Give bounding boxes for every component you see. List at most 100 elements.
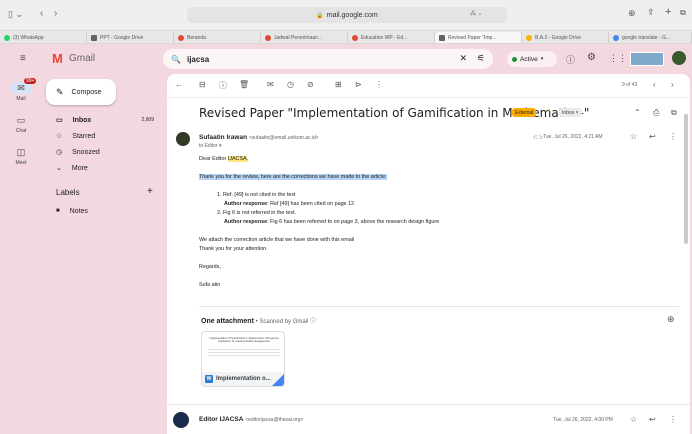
reply-icon[interactable]: ↩ [649,415,656,424]
sidebar-item-notes[interactable]: ■ Notes [42,205,160,217]
word-doc-icon: W [205,375,213,383]
add-label-icon[interactable]: + [147,186,153,197]
back-arrow-icon[interactable]: ← [175,80,183,89]
lock-icon: 🔒 [316,12,324,19]
important-marker-icon[interactable]: » [547,108,550,114]
active-dot-icon [512,56,517,62]
delete-icon[interactable]: 🗑 [239,80,249,89]
forward-icon[interactable]: › [54,8,57,19]
search-options-icon[interactable]: ⚟ [477,53,485,64]
app-rail: ✉ 99+ Mail ▭ Chat ◫ Meet [0,74,42,434]
sidebar-toggle-icon[interactable]: ▯ ⌄ [8,9,23,20]
add-to-drive-icon[interactable]: ⊕ [667,314,675,325]
next-sender-avatar[interactable] [173,412,189,428]
compose-button[interactable]: ✎ Compose [46,79,116,105]
account-avatar[interactable] [672,51,686,65]
next-sender-name: Editor IJACSA [199,416,244,423]
reader-icon[interactable]: ⁂ ⌄ [470,10,483,17]
print-icon[interactable]: ⎙ [653,108,659,118]
add-task-icon[interactable]: ⊘ [307,80,314,89]
tab-ba2-drive[interactable]: B.A.2 - Google Drive [522,32,609,43]
highlighted-term: IJACSA [227,156,247,162]
inbox-label-badge[interactable]: Inbox × [559,108,582,117]
back-icon[interactable]: ‹ [40,8,43,19]
next-message-row[interactable]: Editor IJACSA <editorijacsa@thesai.org> … [167,404,690,434]
attachment-card[interactable]: Implementation Of Gamification in Mathem… [201,331,285,387]
chevron-down-icon: ▾ [540,56,544,62]
sender-email: <sufaatin@email.unikom.ac.id> [248,135,319,141]
status-button[interactable]: Active ▾ [507,51,557,67]
more-vert-icon[interactable]: ⋮ [669,415,677,424]
download-icon[interactable]: ⊕ [628,8,636,19]
address-bar[interactable]: 🔒 mail.google.com [187,7,507,23]
tab-beranda[interactable]: Beranda [174,32,261,43]
next-message-date: Tue, Jul 26, 2022, 4:00 PM [553,417,613,423]
tab-google-translate[interactable]: google translate - G... [609,32,692,43]
tab-whatsapp[interactable]: (3) WhatsApp [0,32,87,43]
open-new-window-icon[interactable]: ⧉ [671,108,677,118]
rail-chat-label: Chat [15,128,27,134]
settings-icon[interactable]: ⚙ [587,52,596,63]
share-icon[interactable]: ⇪ [647,7,655,18]
tab-jadwal[interactable]: Jadwal Penerimaan... [261,32,348,43]
snooze-icon[interactable]: ◷ [287,80,294,89]
main-menu-icon[interactable]: ≡ [20,53,26,64]
report-spam-icon[interactable]: ⓘ [219,80,227,91]
newer-icon[interactable]: ‹ [653,80,656,89]
more-vert-icon[interactable]: ⋮ [669,132,677,141]
attachment-filename: Implementation o... [216,376,271,382]
browser-toolbar: ▯ ⌄ ‹ › ◐ 🔒 mail.google.com ⁂ ⌄ ⊕ ⇪ + ⧉ [0,0,692,31]
tab-ppt-drive[interactable]: PPT - Google Drive [87,32,174,43]
move-to-icon[interactable]: ⊞ [335,80,342,89]
labels-heading: Labels [56,188,80,197]
tab-education[interactable]: Education WP - Ed... [348,32,435,43]
archive-icon[interactable]: ⊟ [199,80,206,89]
recipient-toggle[interactable]: to Editor ▾ [199,143,222,149]
meet-icon: ◫ [16,147,26,157]
tab-overview-icon[interactable]: ⧉ [680,8,686,18]
message-pane: ← ⊟ ⓘ 🗑 ✉ ◷ ⊘ ⊞ ⊳ ⋮ 9 of 43 ‹ › Revised … [167,74,690,434]
external-badge[interactable]: External [512,108,537,117]
gmail-logo-icon[interactable]: M [52,51,63,66]
mark-unread-icon[interactable]: ✉ [267,80,274,89]
older-icon[interactable]: › [671,80,674,89]
rail-meet[interactable]: ◫ Meet [4,146,38,166]
site-icon [178,34,184,41]
label-icon[interactable]: ⊳ [355,80,362,89]
workspace-logo[interactable] [630,52,664,66]
chat-icon: ▭ [16,115,26,125]
search-bar[interactable]: 🔍 ijacsa ✕ ⚟ [163,49,493,69]
author-response-1: Author response: Ref [49] has been cited… [224,201,355,207]
scrollbar[interactable] [684,114,688,244]
sidebar-item-more[interactable]: ⌄ More [42,162,160,174]
sidebar-item-snoozed[interactable]: ◷ Snoozed [42,146,160,158]
rail-mail[interactable]: ✉ 99+ Mail [4,78,38,102]
mail-badge: 99+ [24,78,37,84]
expand-all-icon[interactable]: ⌃ [634,108,641,117]
apps-grid-icon[interactable]: ⋮⋮ [609,53,627,64]
drive-icon [526,34,532,41]
message-toolbar: ← ⊟ ⓘ 🗑 ✉ ◷ ⊘ ⊞ ⊳ ⋮ 9 of 43 ‹ › [167,74,690,98]
sidebar-item-label: Notes [69,207,88,215]
search-icon[interactable]: 🔍 [171,55,181,64]
tab-revised-paper[interactable]: Revised Paper "Imp... [435,32,522,43]
sender-avatar[interactable] [176,132,190,146]
email-greeting: Dear Editor IJACSA, [199,156,249,162]
rail-chat[interactable]: ▭ Chat [4,114,38,134]
help-icon[interactable]: ⓘ [566,53,575,66]
more-vert-icon[interactable]: ⋮ [375,80,383,89]
search-input[interactable]: ijacsa [187,55,209,64]
new-tab-icon[interactable]: + [665,6,671,18]
email-date: Tue, Jul 26, 2022, 4:21 AM [543,134,603,140]
star-icon[interactable]: ☆ [630,132,637,141]
clear-search-icon[interactable]: ✕ [459,53,467,64]
sidebar-item-starred[interactable]: ☆ Starred [42,130,160,142]
sidebar-item-inbox[interactable]: ▭ Inbox 2,909 [42,114,160,126]
reply-icon[interactable]: ↩ [649,132,656,141]
star-icon: ☆ [56,133,63,140]
sender-line: Sufaatin Irawan <sufaatin@email.unikom.a… [199,134,319,141]
sidebar-item-label: Inbox [72,116,92,124]
email-thanks: Thank you for your attention. [199,246,268,252]
star-icon[interactable]: ☆ [630,415,637,424]
author-response-2: Author response: Fig 6 has been referred… [224,219,440,225]
